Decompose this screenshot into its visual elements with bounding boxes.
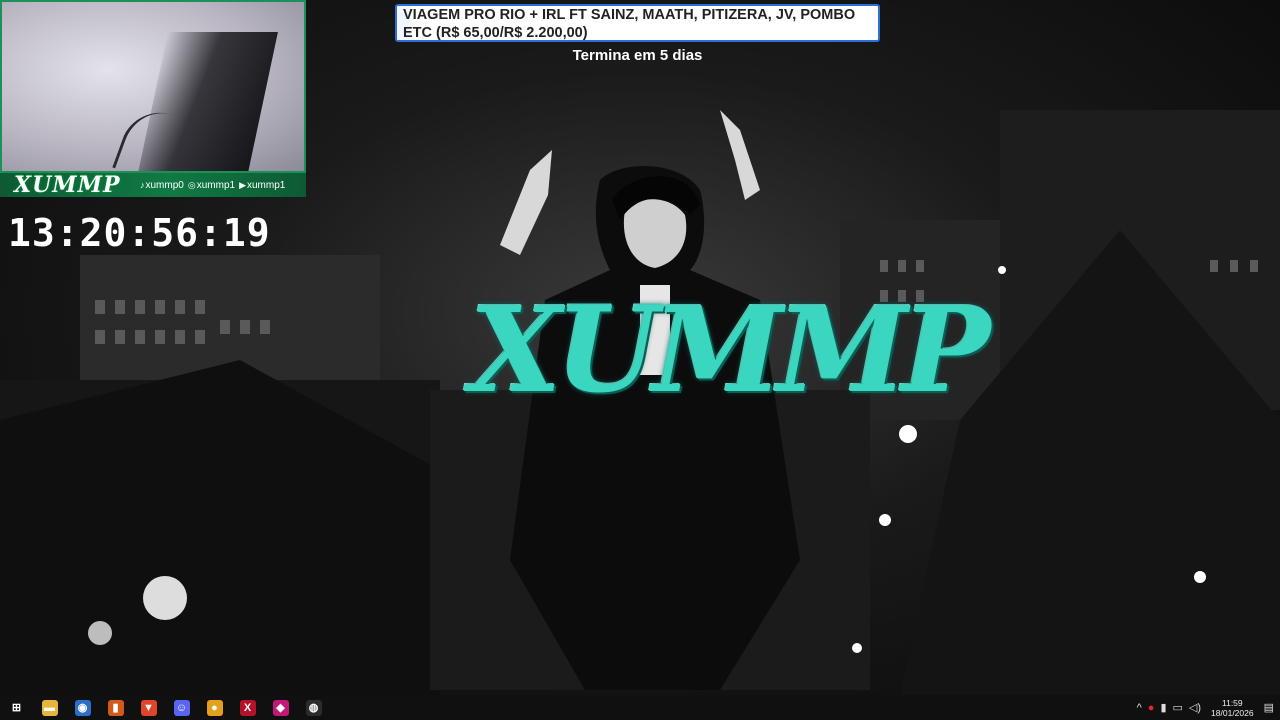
taskbar-file-explorer[interactable]: ▬ (33, 695, 66, 720)
folder-icon: ▬ (41, 699, 58, 716)
obs-icon: ◍ (305, 699, 322, 716)
instagram-icon: ◎ (187, 179, 196, 190)
taskbar-apps: ⊞ ▬ ◉ ▮ ▼ ☺ ● X ◆ ◍ (0, 695, 330, 720)
goal-ends-in: Termina em 5 dias (572, 47, 703, 64)
taskbar-chrome[interactable]: ● (198, 695, 231, 720)
notification-icon[interactable]: ▤ (1264, 701, 1274, 714)
windows-start-icon: ⊞ (8, 699, 25, 716)
social-handle: xummp1 (196, 179, 236, 191)
brand-logo: XUMMP (14, 172, 121, 198)
youtube-icon: ▶ (239, 179, 246, 190)
clock-date: 18/01/2026 (1211, 707, 1254, 718)
social-youtube: ▶ xummp1 (239, 180, 285, 191)
brave-browser-icon: ▼ (140, 699, 157, 716)
taskbar-app-blue[interactable]: ◉ (66, 695, 99, 720)
donation-goal-box: VIAGEM PRO RIO + IRL FT SAINZ, MAATH, PI… (395, 4, 880, 42)
discord-icon: ☺ (173, 699, 190, 716)
system-tray: ^ ● ▮ ▭ ◁) 11:59 18/01/2026 ▤ (1137, 695, 1280, 720)
taskbar-clock[interactable]: 11:59 18/01/2026 (1207, 698, 1258, 718)
taskbar-discord[interactable]: ☺ (165, 695, 198, 720)
record-icon[interactable]: ● (1148, 702, 1155, 714)
x-app-icon: X (239, 699, 256, 716)
chart-icon: ▮ (107, 699, 124, 716)
social-instagram: ◎ xummp1 (188, 180, 235, 191)
volume-icon[interactable]: ◁) (1189, 701, 1201, 714)
taskbar-task-manager[interactable]: ▮ (99, 695, 132, 720)
network-icon[interactable]: ▭ (1173, 701, 1183, 714)
social-handles: ♪ xummp0 ◎ xummp1 ▶ xummp1 (140, 180, 285, 191)
streamer-brand-bar: XUMMP ♪ xummp0 ◎ xummp1 ▶ xummp1 (0, 172, 306, 198)
pink-app-icon: ◆ (272, 699, 289, 716)
taskbar-start[interactable]: ⊞ (0, 695, 33, 720)
mic-icon[interactable]: ▮ (1160, 701, 1166, 714)
goal-title: VIAGEM PRO RIO + IRL FT SAINZ, MAATH, PI… (403, 7, 856, 41)
taskbar-brave[interactable]: ▼ (132, 695, 165, 720)
tiktok-icon: ♪ (140, 180, 145, 190)
social-handle: xummp0 (145, 179, 184, 191)
webcam-feed (0, 0, 306, 173)
center-logo-text: XUMMP (470, 280, 990, 419)
clock-time: 11:59 (1222, 697, 1243, 708)
social-tiktok: ♪ xummp0 (140, 180, 184, 191)
stream-timer: 13:20:56:19 (8, 211, 271, 255)
taskbar-app-pink[interactable]: ◆ (264, 695, 297, 720)
taskbar-obs[interactable]: ◍ (297, 695, 330, 720)
chrome-icon: ● (206, 699, 223, 716)
social-handle: xummp1 (247, 179, 286, 191)
taskbar-app-x[interactable]: X (231, 695, 264, 720)
chevron-up-icon[interactable]: ^ (1137, 702, 1142, 714)
windows-taskbar: ⊞ ▬ ◉ ▮ ▼ ☺ ● X ◆ ◍ ^ ● ▮ ▭ ◁) 11:59 18/01/2026 ▤ (0, 695, 1280, 720)
globe-icon: ◉ (74, 699, 91, 716)
